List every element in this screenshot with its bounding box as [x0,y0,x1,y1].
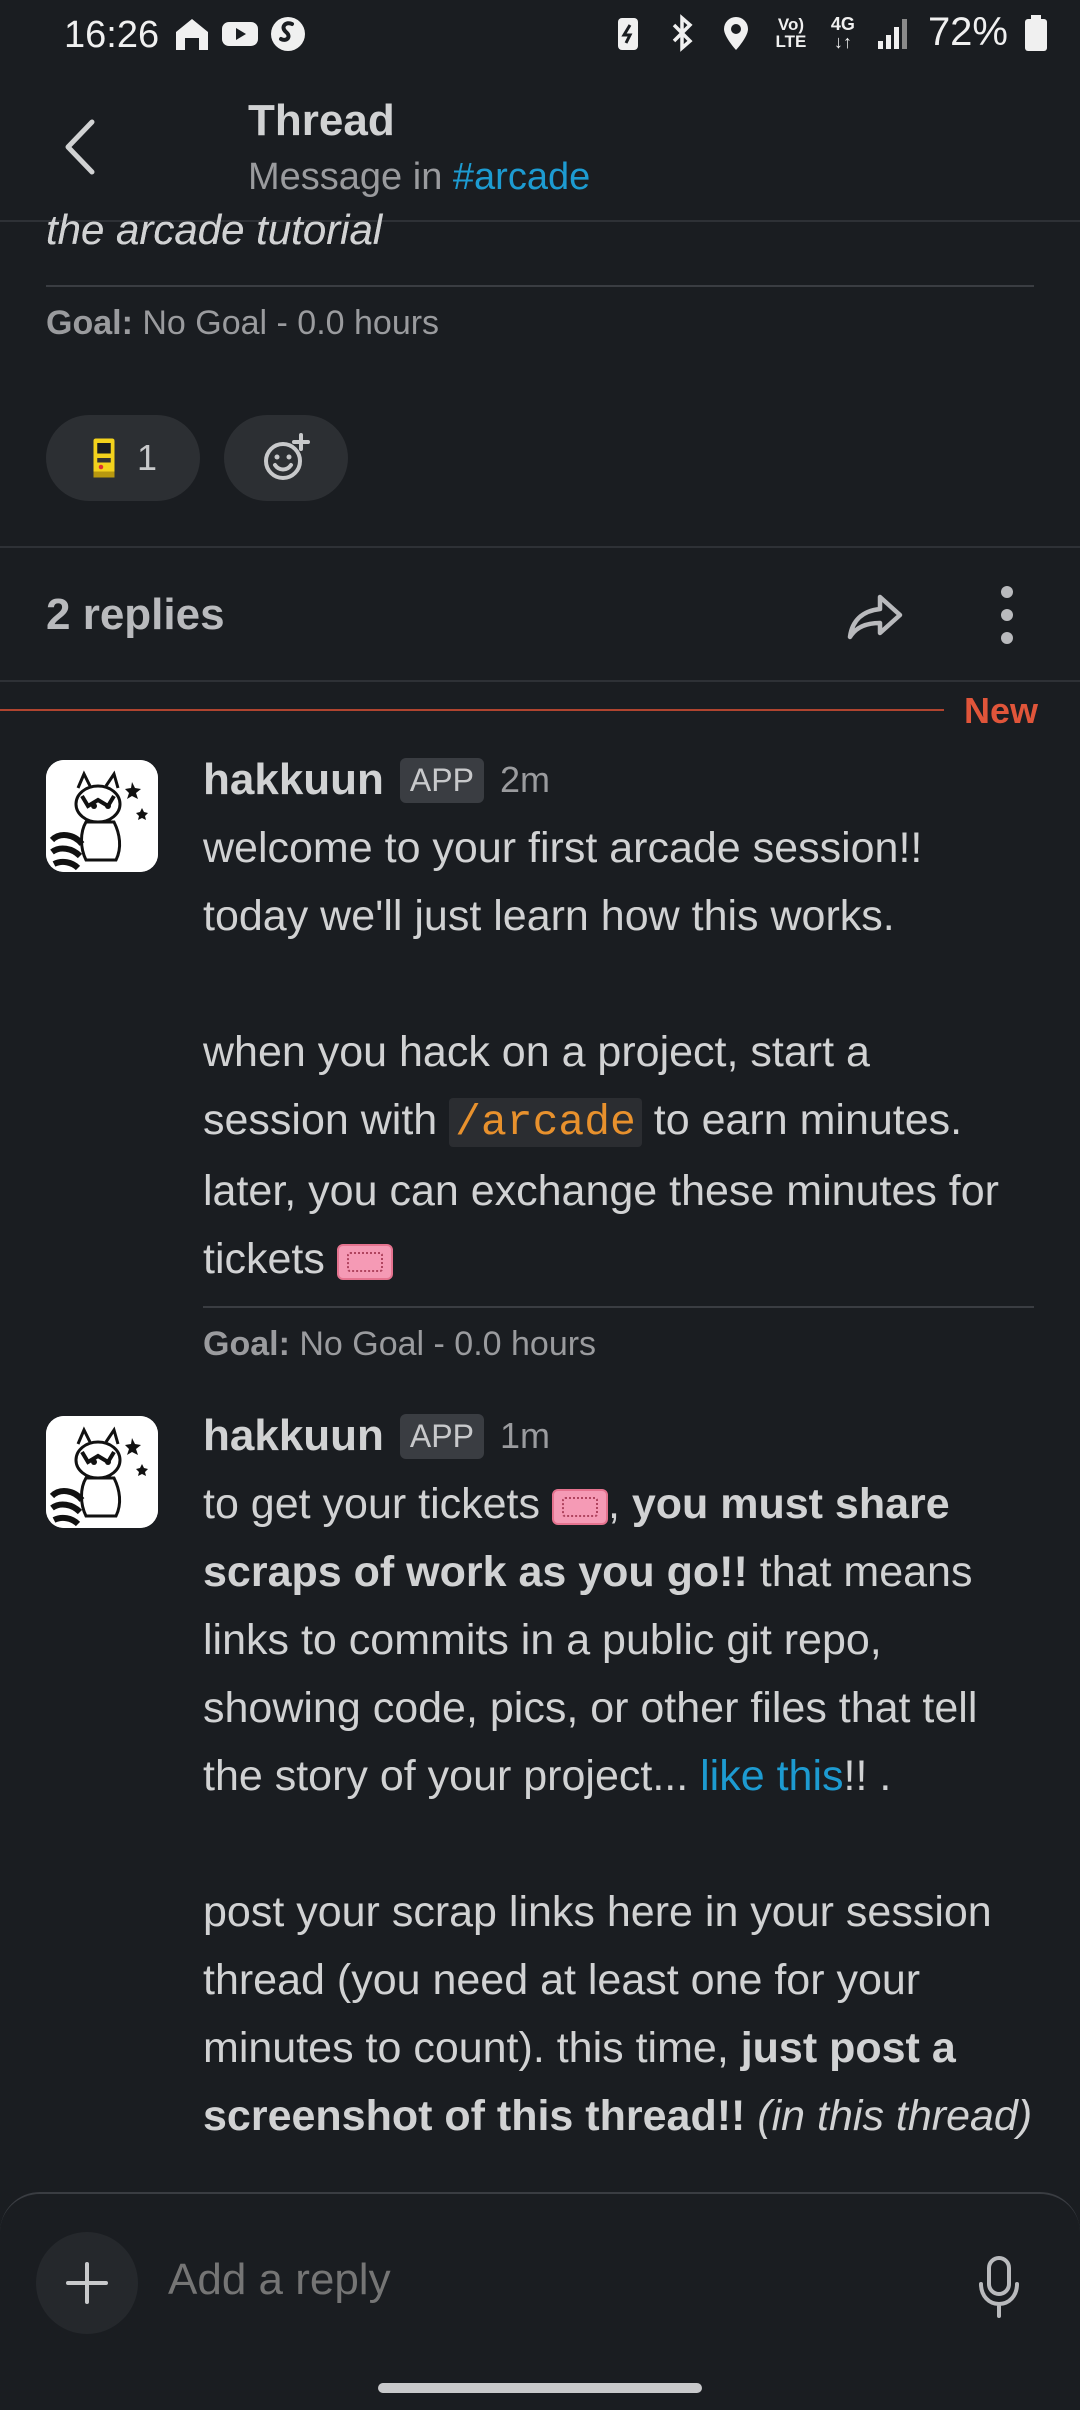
reaction-arcade[interactable]: 1 [46,415,200,501]
add-reaction-button[interactable] [224,415,348,501]
raccoon-avatar-icon [46,760,158,872]
app-badge: APP [399,757,484,803]
inline-link[interactable]: like this [700,1752,843,1800]
ticket-emoji-icon [551,1488,608,1525]
message-header: hakkuun APP 1m [203,1411,550,1461]
shazam-icon [268,14,308,54]
more-options-button[interactable] [992,580,1022,650]
status-system-icons: Vo) LTE 4G ↓↑ 72% [608,10,1050,55]
battery-icon [1022,13,1050,53]
thread-subtitle: Message in #arcade [248,156,591,198]
vertical-ellipsis-icon [1001,586,1013,644]
back-button[interactable] [52,112,112,182]
thread-header: Thread Message in #arcade [0,72,1080,222]
avatar[interactable] [46,760,158,872]
timestamp: 2m [499,759,550,800]
message-body: welcome to your first arcade session!! t… [203,824,999,1283]
home-indicator[interactable] [378,2383,702,2393]
location-icon [716,13,756,53]
arcade-machine-icon [93,438,115,478]
microphone-button[interactable] [976,2254,1022,2320]
app-badge: APP [399,1413,484,1459]
parent-divider [46,285,1034,287]
youtube-icon [220,14,260,54]
ticket-emoji-icon [336,1243,393,1280]
author-name[interactable]: hakkuun [203,1411,384,1461]
signal-icon [874,13,914,53]
status-notification-icons [172,14,308,54]
home-icon [172,14,212,54]
status-time: 16:26 [64,14,160,56]
channel-link[interactable]: #arcade [453,156,590,198]
share-icon [847,594,903,640]
parent-message-text: the arcade tutorial [46,206,383,253]
network-4g-icon: 4G ↓↑ [830,13,855,52]
battery-percent: 72% [927,10,1008,54]
status-bar: 16:26 Vo) LTE 4G ↓↑ 72% [0,0,1080,72]
chevron-left-icon [65,119,95,175]
section-divider [0,680,1080,682]
plus-icon [66,2262,108,2304]
share-button[interactable] [846,585,906,645]
inline-code: /arcade [449,1098,642,1147]
author-name[interactable]: hakkuun [203,755,384,805]
page-title: Thread [248,96,395,145]
message-body: to get your tickets , you must share scr… [203,1480,1033,2140]
add-emoji-icon [264,433,310,480]
reply-input[interactable] [166,2254,930,2306]
new-messages-label: New [964,690,1039,731]
replies-count: 2 replies [46,590,225,639]
volte-icon: Vo) LTE [775,14,807,51]
reaction-count: 1 [136,437,158,478]
message-header: hakkuun APP 2m [203,755,550,805]
parent-goal: Goal: No Goal - 0.0 hours [46,304,440,342]
attach-button[interactable] [36,2232,138,2334]
battery-saver-icon [608,13,648,53]
microphone-icon [979,2256,1019,2318]
new-messages-divider [0,709,944,711]
section-divider [0,546,1080,548]
bluetooth-icon [662,13,702,53]
avatar[interactable] [46,1416,158,1528]
timestamp: 1m [499,1415,550,1456]
message-divider [203,1306,1034,1308]
raccoon-avatar-icon [46,1416,158,1528]
message-goal: Goal: No Goal - 0.0 hours [203,1325,597,1363]
